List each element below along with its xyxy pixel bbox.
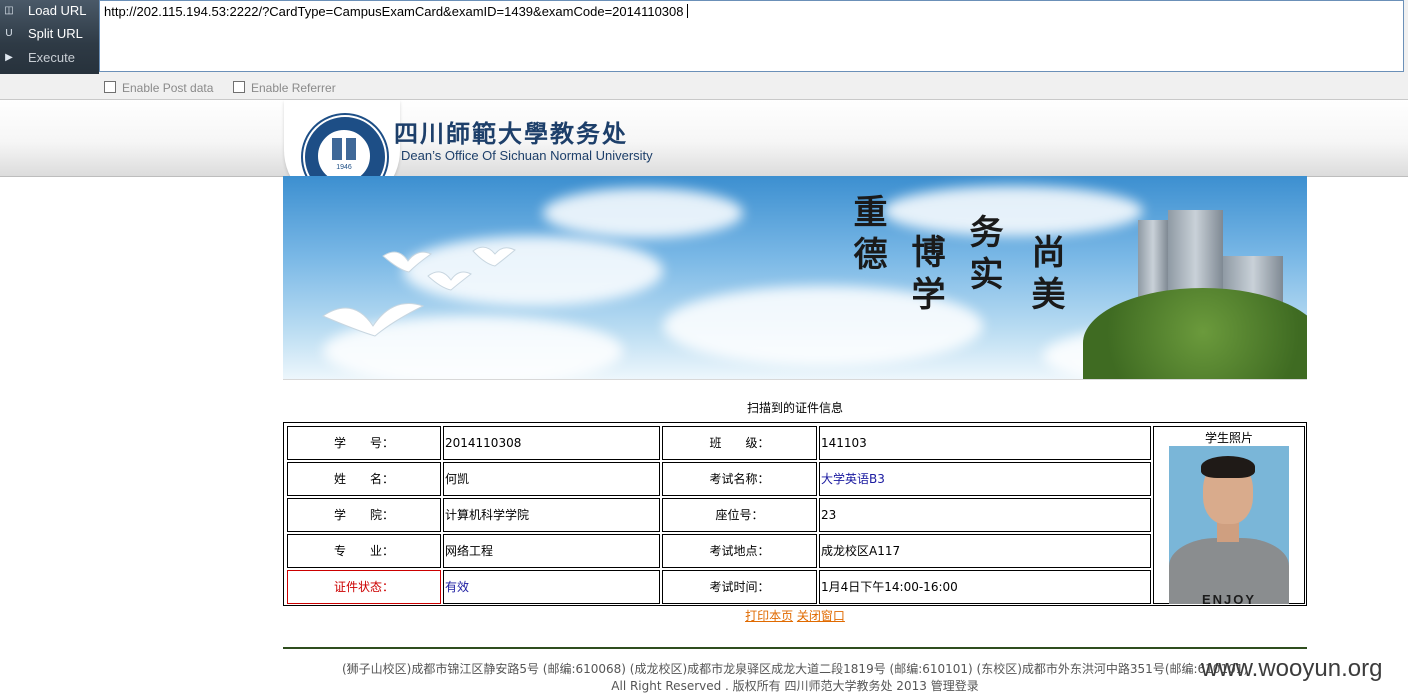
hackbar-toolbar: ◫ Load URL U Split URL ▶ Execute http://… [0,0,1408,100]
student-photo-label: 学生照片 [1204,431,1253,445]
value-name: 何凯 [443,462,660,496]
brand-title-cn: 四川師範大學教务处 [394,119,628,148]
print-page-link[interactable]: 打印本页 [745,609,793,623]
split-url-label: Split URL [28,26,83,41]
calligraphy-3: 务实 [963,214,1003,298]
value-exam-location: 成龙校区A117 [819,534,1151,568]
hackbar-menu: ◫ Load URL U Split URL ▶ Execute [0,0,99,74]
doves-icon [321,246,516,337]
label-exam-name: 考试名称： [662,462,817,496]
value-major: 网络工程 [443,534,660,568]
checkbox-box[interactable] [233,81,245,93]
enable-referrer-label: Enable Referrer [251,81,336,95]
enable-post-data-checkbox[interactable]: Enable Post data [104,80,213,96]
checkbox-box[interactable] [104,81,116,93]
label-seat: 座位号： [662,498,817,532]
seal-inner: 1946 [317,129,371,183]
value-card-status: 有效 [443,570,660,604]
enable-referrer-checkbox[interactable]: Enable Referrer [233,80,336,96]
value-exam-name: 大学英语B3 [819,462,1151,496]
footer-copyright: All Right Reserved . 版权所有 四川师范大学教务处 2013… [283,677,1307,694]
student-photo-cell: 学生照片 ENJOY [1153,426,1305,604]
banner-image: 重德 博学 务实 尚美 [283,176,1307,380]
calligraphy-2: 博学 [905,234,945,318]
seal-year: 1946 [336,164,352,171]
card-caption: 扫描到的证件信息 [746,401,843,415]
value-class: 141103 [819,426,1151,460]
footer-divider [283,647,1307,649]
execute-button[interactable]: ▶ Execute [0,47,99,69]
load-url-button[interactable]: ◫ Load URL [0,0,99,22]
load-url-icon: ◫ [4,5,14,16]
value-college: 计算机科学学院 [443,498,660,532]
enable-post-data-label: Enable Post data [122,81,214,95]
calligraphy-4: 尚美 [1025,234,1065,318]
value-exam-time: 1月4日下午14:00-16:00 [819,570,1151,604]
calligraphy-1: 重德 [847,194,887,278]
label-student-id: 学 号： [287,426,441,460]
cloud [883,186,1143,236]
exam-card-table: 学 号： 2014110308 班 级： 141103 姓 名： 何凯 考试名称… [283,422,1307,606]
label-major: 专 业： [287,534,441,568]
header-band [0,100,1408,177]
label-card-status: 证件状态： [287,570,441,604]
close-window-link[interactable]: 关闭窗口 [797,609,845,623]
brand-title-en: Dean’s Office Of Sichuan Normal Universi… [401,148,653,163]
seal-book-icon [332,138,356,160]
url-input[interactable]: http://202.115.194.53:2222/?CardType=Cam… [99,0,1404,72]
label-name: 姓 名： [287,462,441,496]
student-photo: ENJOY [1169,446,1289,604]
play-icon: ▶ [5,52,13,63]
banner-divider [283,379,1307,380]
wooyun-watermark: www.wooyun.org [1201,655,1383,682]
cloud [543,188,743,238]
label-exam-time: 考试时间： [662,570,817,604]
footer-address: (狮子山校区)成都市锦江区静安路5号 (邮编:610068) (成龙校区)成都市… [341,662,1249,676]
photo-hair [1201,456,1255,478]
admin-login-link[interactable]: 管理登录 [931,679,979,693]
split-url-icon: U [5,28,13,39]
split-url-button[interactable]: U Split URL [0,23,99,45]
label-class: 班 级： [662,426,817,460]
load-url-label: Load URL [28,3,87,18]
copyright-text: All Right Reserved . 版权所有 四川师范大学教务处 2013 [611,679,927,693]
value-seat: 23 [819,498,1151,532]
label-exam-location: 考试地点： [662,534,817,568]
label-college: 学 院： [287,498,441,532]
execute-label: Execute [28,50,75,65]
card-actions: 打印本页 关闭窗口 [283,607,1307,624]
value-student-id: 2014110308 [443,426,660,460]
campus-hill [1083,288,1307,380]
photo-shirt-text: ENJOY [1201,592,1257,604]
